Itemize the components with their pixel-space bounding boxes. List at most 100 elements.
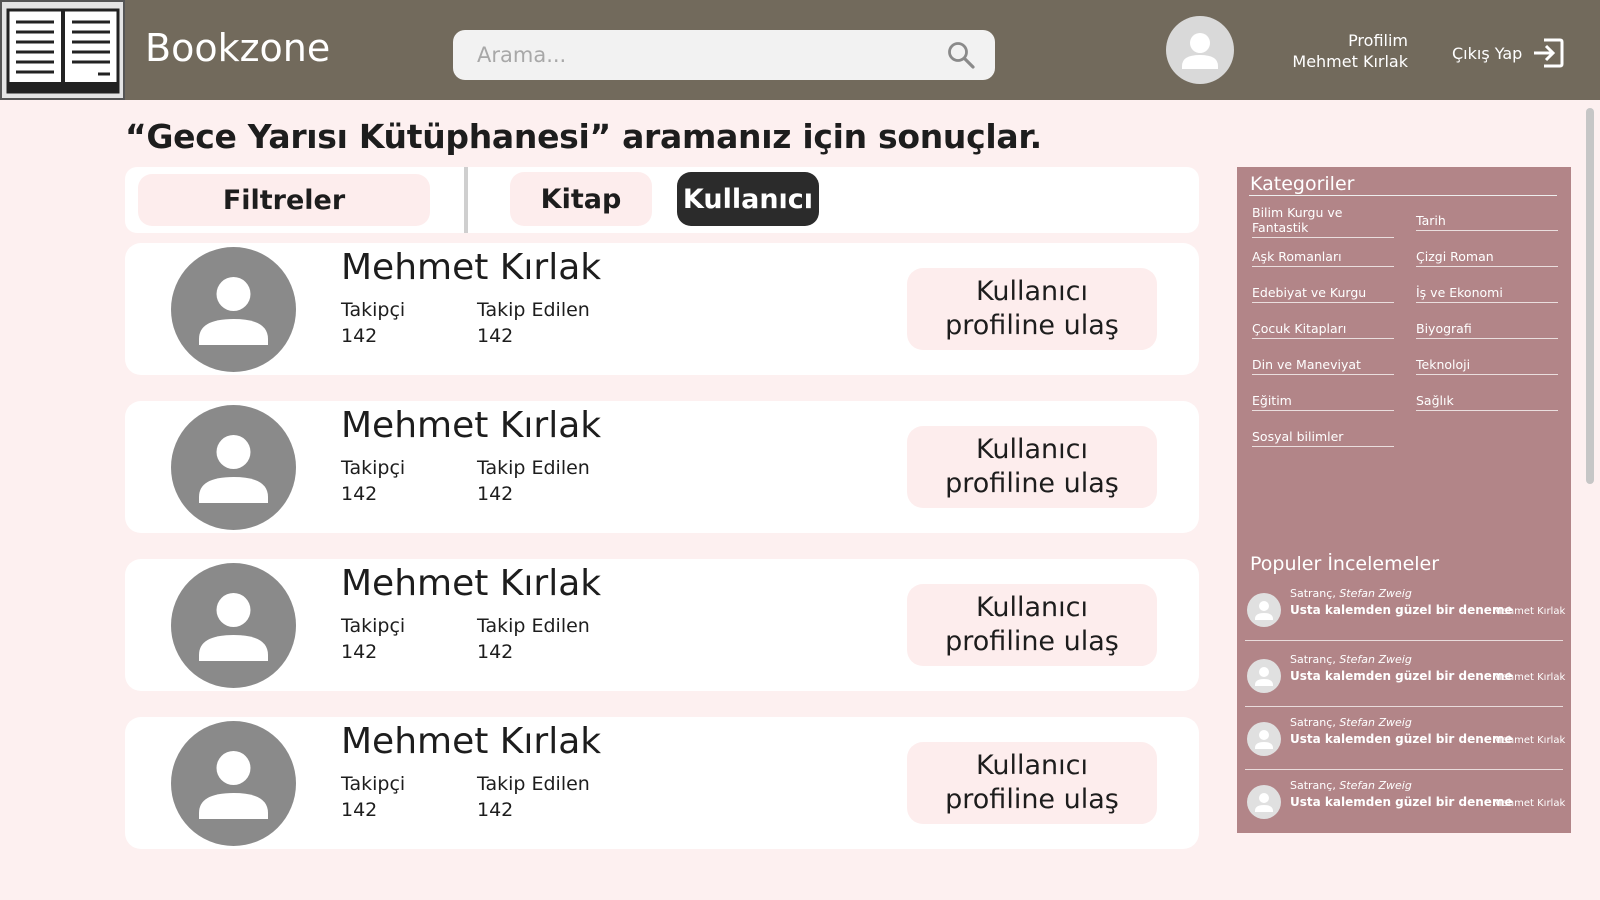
following-count: 142	[477, 641, 514, 663]
go-to-profile-button[interactable]: Kullanıcı profiline ulaş	[907, 742, 1157, 824]
review-item[interactable]: Satranç, Stefan Zweig Usta kalemden güze…	[1245, 579, 1566, 641]
review-book: Satranç, Stefan Zweig	[1290, 779, 1412, 792]
filters-button[interactable]: Filtreler	[138, 174, 430, 226]
following-label: Takip Edilen	[477, 457, 590, 479]
followers-count: 142	[341, 799, 378, 821]
user-icon	[199, 593, 268, 661]
followers-label: Takipçi	[341, 773, 406, 795]
following-label: Takip Edilen	[477, 773, 590, 795]
profile-label: Profilim	[1348, 31, 1408, 50]
review-item[interactable]: Satranç, Stefan Zweig Usta kalemden güze…	[1245, 645, 1566, 707]
category-item[interactable]: Çocuk Kitapları	[1252, 321, 1394, 339]
category-item[interactable]: Din ve Maneviyat	[1252, 357, 1394, 375]
followers-stat: Takipçi 142	[341, 455, 405, 507]
followers-stat: Takipçi 142	[341, 297, 405, 349]
go-to-profile-button[interactable]: Kullanıcı profiline ulaş	[907, 268, 1157, 350]
category-item[interactable]: Aşk Romanları	[1252, 249, 1394, 267]
user-avatar[interactable]	[171, 405, 296, 530]
review-user: Mehmet Kırlak	[1493, 606, 1566, 617]
review-text: Usta kalemden güzel bir deneme	[1290, 669, 1513, 683]
user-result-card: Mehmet Kırlak Takipçi 142 Takip Edilen 1…	[125, 243, 1199, 375]
following-stat: Takip Edilen 142	[477, 297, 590, 349]
logout-label: Çıkış Yap	[1452, 43, 1523, 63]
followers-count: 142	[341, 483, 378, 505]
logout-button[interactable]: Çıkış Yap	[1452, 38, 1564, 68]
category-item[interactable]: Biyografi	[1416, 321, 1558, 339]
tabs-divider	[464, 167, 468, 233]
page-scrollbar[interactable]	[1586, 108, 1594, 484]
brand-name[interactable]: Bookzone	[145, 26, 330, 70]
following-label: Takip Edilen	[477, 615, 590, 637]
tab-book[interactable]: Kitap	[510, 172, 652, 226]
followers-label: Takipçi	[341, 299, 406, 321]
category-item[interactable]: Bilim Kurgu ve Fantastik	[1252, 205, 1394, 238]
user-icon	[199, 435, 268, 503]
following-label: Takip Edilen	[477, 299, 590, 321]
category-item[interactable]: Tarih	[1416, 213, 1558, 231]
user-icon	[1255, 730, 1273, 749]
go-to-profile-button[interactable]: Kullanıcı profiline ulaş	[907, 584, 1157, 666]
user-icon	[1255, 601, 1273, 620]
top-header: Bookzone Profilim Mehmet Kırlak Çıkış Ya…	[0, 0, 1600, 100]
user-icon	[1255, 667, 1273, 686]
category-item[interactable]: Sağlık	[1416, 393, 1558, 411]
review-book: Satranç, Stefan Zweig	[1290, 653, 1412, 666]
user-name[interactable]: Mehmet Kırlak	[341, 405, 601, 446]
category-item[interactable]: Çizgi Roman	[1416, 249, 1558, 267]
user-name[interactable]: Mehmet Kırlak	[341, 563, 601, 604]
review-item[interactable]: Satranç, Stefan Zweig Usta kalemden güze…	[1245, 708, 1566, 770]
review-item[interactable]: Satranç, Stefan Zweig Usta kalemden güze…	[1245, 771, 1566, 833]
followers-count: 142	[341, 641, 378, 663]
followers-count: 142	[341, 325, 378, 347]
following-stat: Takip Edilen 142	[477, 613, 590, 665]
profile-link[interactable]: Profilim Mehmet Kırlak	[1260, 30, 1408, 72]
tab-user[interactable]: Kullanıcı	[677, 172, 819, 226]
user-name[interactable]: Mehmet Kırlak	[341, 721, 601, 762]
reviewer-avatar	[1247, 659, 1281, 693]
reviewer-avatar	[1247, 593, 1281, 627]
logo[interactable]	[0, 0, 125, 100]
right-sidebar: Kategoriler Bilim Kurgu ve Fantastik Tar…	[1237, 167, 1571, 833]
reviewer-avatar	[1247, 722, 1281, 756]
category-item[interactable]: Sosyal bilimler	[1252, 429, 1394, 447]
following-count: 142	[477, 483, 514, 505]
followers-label: Takipçi	[341, 615, 406, 637]
category-item[interactable]: Teknoloji	[1416, 357, 1558, 375]
user-result-card: Mehmet Kırlak Takipçi 142 Takip Edilen 1…	[125, 401, 1199, 533]
user-icon	[1182, 33, 1218, 69]
user-icon	[199, 751, 268, 819]
review-text: Usta kalemden güzel bir deneme	[1290, 732, 1513, 746]
following-count: 142	[477, 799, 514, 821]
open-book-icon	[6, 8, 120, 94]
filter-tabs-bar: Filtreler Kitap Kullanıcı	[125, 167, 1199, 233]
go-to-profile-button[interactable]: Kullanıcı profiline ulaş	[907, 426, 1157, 508]
header-avatar[interactable]	[1166, 16, 1234, 84]
review-user: Mehmet Kırlak	[1493, 798, 1566, 809]
user-name[interactable]: Mehmet Kırlak	[341, 247, 601, 288]
categories-divider	[1249, 195, 1557, 196]
logout-icon	[1534, 38, 1564, 68]
following-stat: Takip Edilen 142	[477, 771, 590, 823]
user-avatar[interactable]	[171, 247, 296, 372]
followers-stat: Takipçi 142	[341, 613, 405, 665]
review-user: Mehmet Kırlak	[1493, 672, 1566, 683]
category-item[interactable]: Eğitim	[1252, 393, 1394, 411]
following-stat: Takip Edilen 142	[477, 455, 590, 507]
followers-stat: Takipçi 142	[341, 771, 405, 823]
review-text: Usta kalemden güzel bir deneme	[1290, 603, 1513, 617]
following-count: 142	[477, 325, 514, 347]
followers-label: Takipçi	[341, 457, 406, 479]
categories-heading: Kategoriler	[1250, 173, 1355, 195]
page-title: “Gece Yarısı Kütüphanesi” aramanız için …	[125, 117, 1042, 156]
category-item[interactable]: Edebiyat ve Kurgu	[1252, 285, 1394, 303]
user-result-card: Mehmet Kırlak Takipçi 142 Takip Edilen 1…	[125, 717, 1199, 849]
search-icon[interactable]	[946, 40, 976, 70]
reviewer-avatar	[1247, 785, 1281, 819]
review-book: Satranç, Stefan Zweig	[1290, 716, 1412, 729]
category-item[interactable]: İş ve Ekonomi	[1416, 285, 1558, 303]
user-avatar[interactable]	[171, 721, 296, 846]
user-avatar[interactable]	[171, 563, 296, 688]
search-input[interactable]	[453, 30, 995, 80]
user-icon	[199, 277, 268, 345]
review-user: Mehmet Kırlak	[1493, 735, 1566, 746]
